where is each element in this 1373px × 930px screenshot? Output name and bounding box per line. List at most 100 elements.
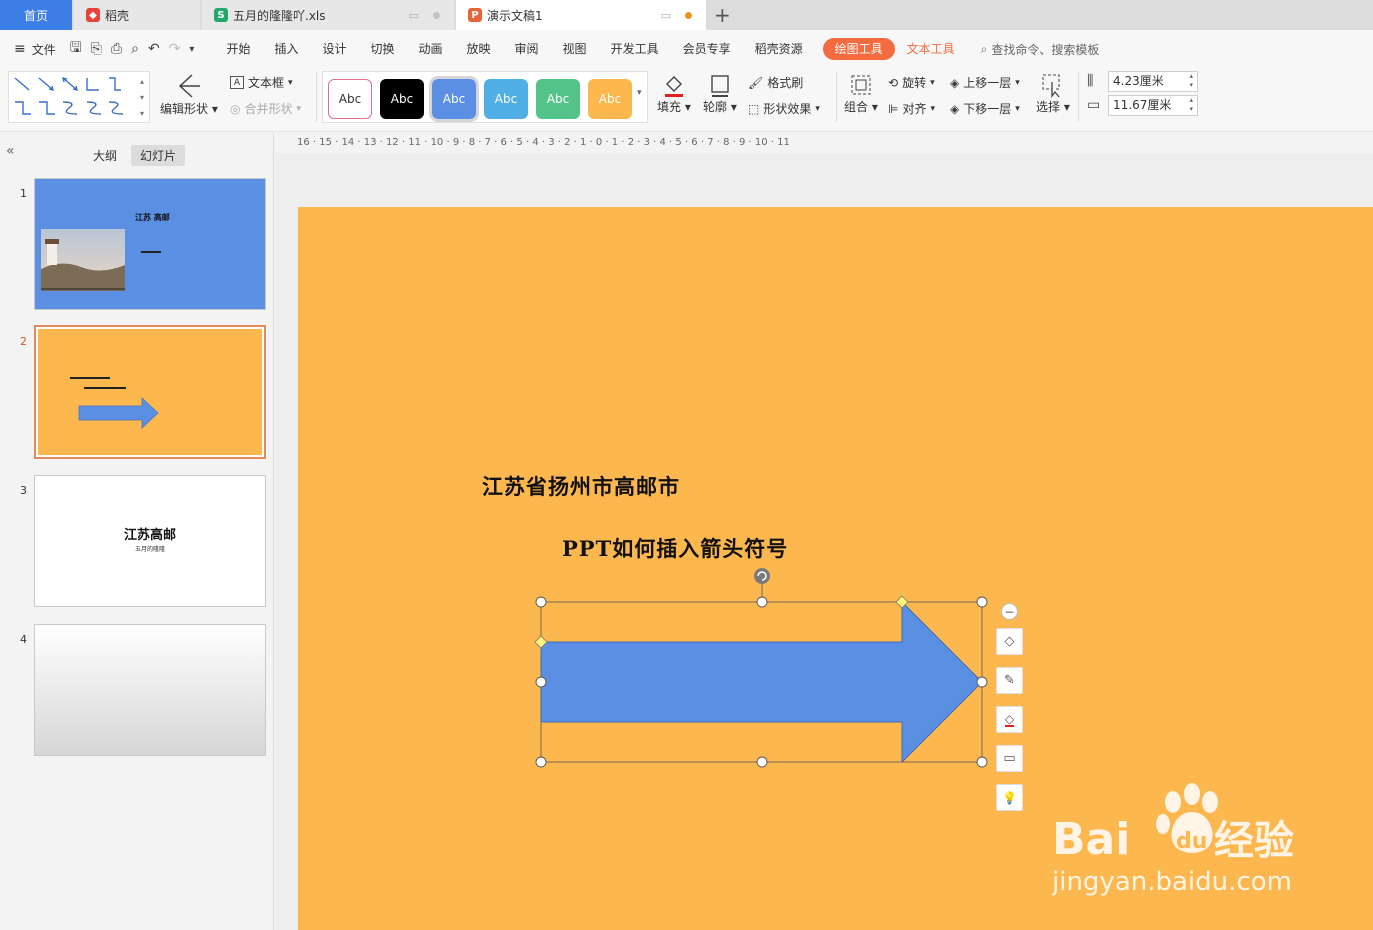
menu-resources[interactable]: 稻壳资源 — [743, 38, 815, 60]
lightbulb-icon: 💡 — [1002, 790, 1017, 805]
slide-thumbnail-2[interactable] — [34, 325, 266, 459]
resize-handle[interactable] — [976, 676, 988, 688]
layers-button[interactable]: ◇ — [996, 628, 1023, 655]
shape-width-input[interactable]: 11.67厘米 ▴ ▾ — [1108, 95, 1198, 116]
merge-shape-button[interactable]: ◎ 合并形状 ▾ — [230, 100, 301, 117]
menu-transition[interactable]: 切换 — [358, 38, 406, 60]
watermark-brand: Bai — [1052, 814, 1130, 865]
menu-animation[interactable]: 动画 — [407, 38, 455, 60]
edit-shape-button[interactable]: 编辑形状 ▾ — [160, 72, 218, 117]
merge-shape-label: 合并形状 — [244, 102, 293, 116]
text-box-button[interactable]: A 文本框 ▾ — [230, 74, 293, 91]
menu-drawing-tools[interactable]: 绘图工具 — [822, 38, 895, 60]
group-icon — [851, 75, 871, 95]
command-search[interactable]: ⌕ 查找命令、搜索模板 — [981, 41, 1100, 58]
style-chip-outline[interactable]: Abc — [328, 79, 372, 119]
style-chip-green[interactable]: Abc — [536, 79, 580, 119]
tab-slides[interactable]: 幻灯片 — [131, 145, 186, 166]
print-icon[interactable]: ⎙ — [111, 41, 122, 57]
tab-presentation[interactable]: P 演示文稿1 ▭ — [456, 0, 706, 30]
group-button[interactable]: 组合 ▾ — [844, 72, 878, 115]
ribbon-separator — [836, 72, 837, 122]
menu-home[interactable]: 开始 — [214, 38, 262, 60]
shape-style-gallery: Abc Abc Abc Abc Abc Abc ▾ — [322, 71, 648, 123]
bring-forward-label: 上移一层 — [963, 76, 1012, 90]
slide-subtitle-text[interactable]: PPT如何插入箭头符号 — [562, 533, 788, 563]
selected-arrow-shape[interactable] — [530, 562, 1000, 774]
resize-handle[interactable] — [976, 756, 988, 768]
tab-daoke[interactable]: ◆ 稻壳 — [74, 0, 200, 30]
fill-button[interactable]: 填充 ▾ — [657, 72, 691, 115]
bring-forward-button[interactable]: ◈ 上移一层 ▾ — [950, 74, 1020, 91]
rotate-handle-icon[interactable] — [754, 568, 770, 584]
rotate-button[interactable]: ⟲ 旋转 ▾ — [888, 74, 935, 91]
style-chip-cyan[interactable]: Abc — [484, 79, 528, 119]
fill-float-button[interactable]: ◇ — [996, 706, 1023, 733]
send-backward-icon: ◈ — [950, 101, 960, 116]
menu-review[interactable]: 审阅 — [503, 38, 551, 60]
style-chip-orange[interactable]: Abc — [588, 79, 632, 119]
style-chip-blue[interactable]: Abc — [429, 76, 479, 122]
menu-insert[interactable]: 插入 — [262, 38, 310, 60]
format-painter-button[interactable]: 🖌 格式刷 — [748, 74, 803, 91]
shape-height-value: 4.23厘米 — [1113, 74, 1164, 88]
align-button[interactable]: ⊫ 对齐 ▾ — [888, 100, 935, 117]
close-dot-icon[interactable] — [433, 12, 440, 19]
resize-handle[interactable] — [535, 676, 547, 688]
horizontal-ruler: 16 · 15 · 14 · 13 · 12 · 11 · 10 · 9 · 8… — [275, 133, 1373, 153]
slide-title-text[interactable]: 江苏省扬州市高邮市 — [482, 471, 680, 501]
shape-gallery[interactable]: ▴ ▾ ▾ — [8, 71, 150, 123]
tab-home[interactable]: 首页 — [0, 0, 72, 30]
file-menu[interactable]: ≡ 文件 — [14, 41, 56, 58]
pen-icon: ✎ — [1004, 673, 1015, 688]
slide-thumbnail-1[interactable]: 江苏 高邮 — [34, 178, 266, 310]
outline-float-button[interactable]: ▭ — [996, 745, 1023, 772]
tab-home-label: 首页 — [23, 8, 48, 23]
spinner-arrows-icon[interactable]: ▴ ▾ — [1189, 72, 1193, 90]
collapse-toolbar-icon[interactable]: − — [1001, 603, 1018, 620]
select-button[interactable]: 选择 ▾ — [1036, 72, 1070, 115]
print-preview-icon[interactable]: ⌕ — [131, 41, 139, 57]
resize-handle[interactable] — [976, 596, 988, 608]
presentation-icon: P — [468, 8, 482, 22]
menu-design[interactable]: 设计 — [310, 38, 358, 60]
rotate-label: 旋转 — [902, 76, 927, 90]
shape-effect-button[interactable]: ⬚ 形状效果 ▾ — [748, 100, 820, 117]
resize-handle[interactable] — [756, 596, 768, 608]
spinner-arrows-icon[interactable]: ▴ ▾ — [1189, 96, 1193, 114]
resize-handle[interactable] — [535, 596, 547, 608]
menu-slideshow[interactable]: 放映 — [455, 38, 503, 60]
tab-spreadsheet[interactable]: S 五月的隆隆吖.xls ▭ — [202, 0, 454, 30]
undo-icon[interactable]: ↶ — [148, 41, 160, 57]
merge-shape-icon: ◎ — [230, 101, 241, 116]
idea-button[interactable]: 💡 — [996, 784, 1023, 811]
menu-view[interactable]: 视图 — [551, 38, 599, 60]
outline-button[interactable]: 轮廓 ▾ — [703, 72, 737, 115]
right-arrow-shape[interactable] — [540, 600, 983, 764]
tab-outline[interactable]: 大纲 — [84, 145, 126, 166]
style-chip-black[interactable]: Abc — [380, 79, 424, 119]
chevron-down-icon[interactable]: ▾ — [189, 44, 194, 55]
menu-developer[interactable]: 开发工具 — [599, 38, 671, 60]
menu-text-tools[interactable]: 文本工具 — [895, 38, 967, 60]
send-backward-button[interactable]: ◈ 下移一层 ▾ — [950, 100, 1020, 117]
tab-daoke-label: 稻壳 — [105, 8, 130, 23]
slide-thumbnail-4[interactable] — [34, 624, 266, 756]
resize-handle[interactable] — [535, 756, 547, 768]
format-painter-icon: 🖌 — [748, 75, 764, 90]
collapse-panel-icon[interactable]: « — [6, 143, 15, 159]
screen-icon[interactable]: ▭ — [661, 9, 671, 22]
pen-button[interactable]: ✎ — [996, 667, 1023, 694]
new-tab-plus-icon[interactable]: + — [714, 3, 731, 27]
gallery-more-icon[interactable]: ▾ — [637, 88, 642, 98]
unsaved-dot-icon[interactable] — [685, 12, 692, 19]
shape-height-input[interactable]: 4.23厘米 ▴ ▾ — [1108, 71, 1198, 92]
save-icon[interactable]: 🖫 — [70, 37, 82, 61]
edit-shape-label: 编辑形状 — [160, 102, 209, 116]
resize-handle[interactable] — [756, 756, 768, 768]
screen-icon[interactable]: ▭ — [409, 9, 419, 22]
slide-thumbnail-3[interactable]: 江苏高邮 五月的隆隆 — [34, 475, 266, 607]
export-icon[interactable]: ⎘ — [91, 41, 102, 57]
menu-member[interactable]: 会员专享 — [671, 38, 743, 60]
redo-icon[interactable]: ↷ — [169, 41, 181, 57]
